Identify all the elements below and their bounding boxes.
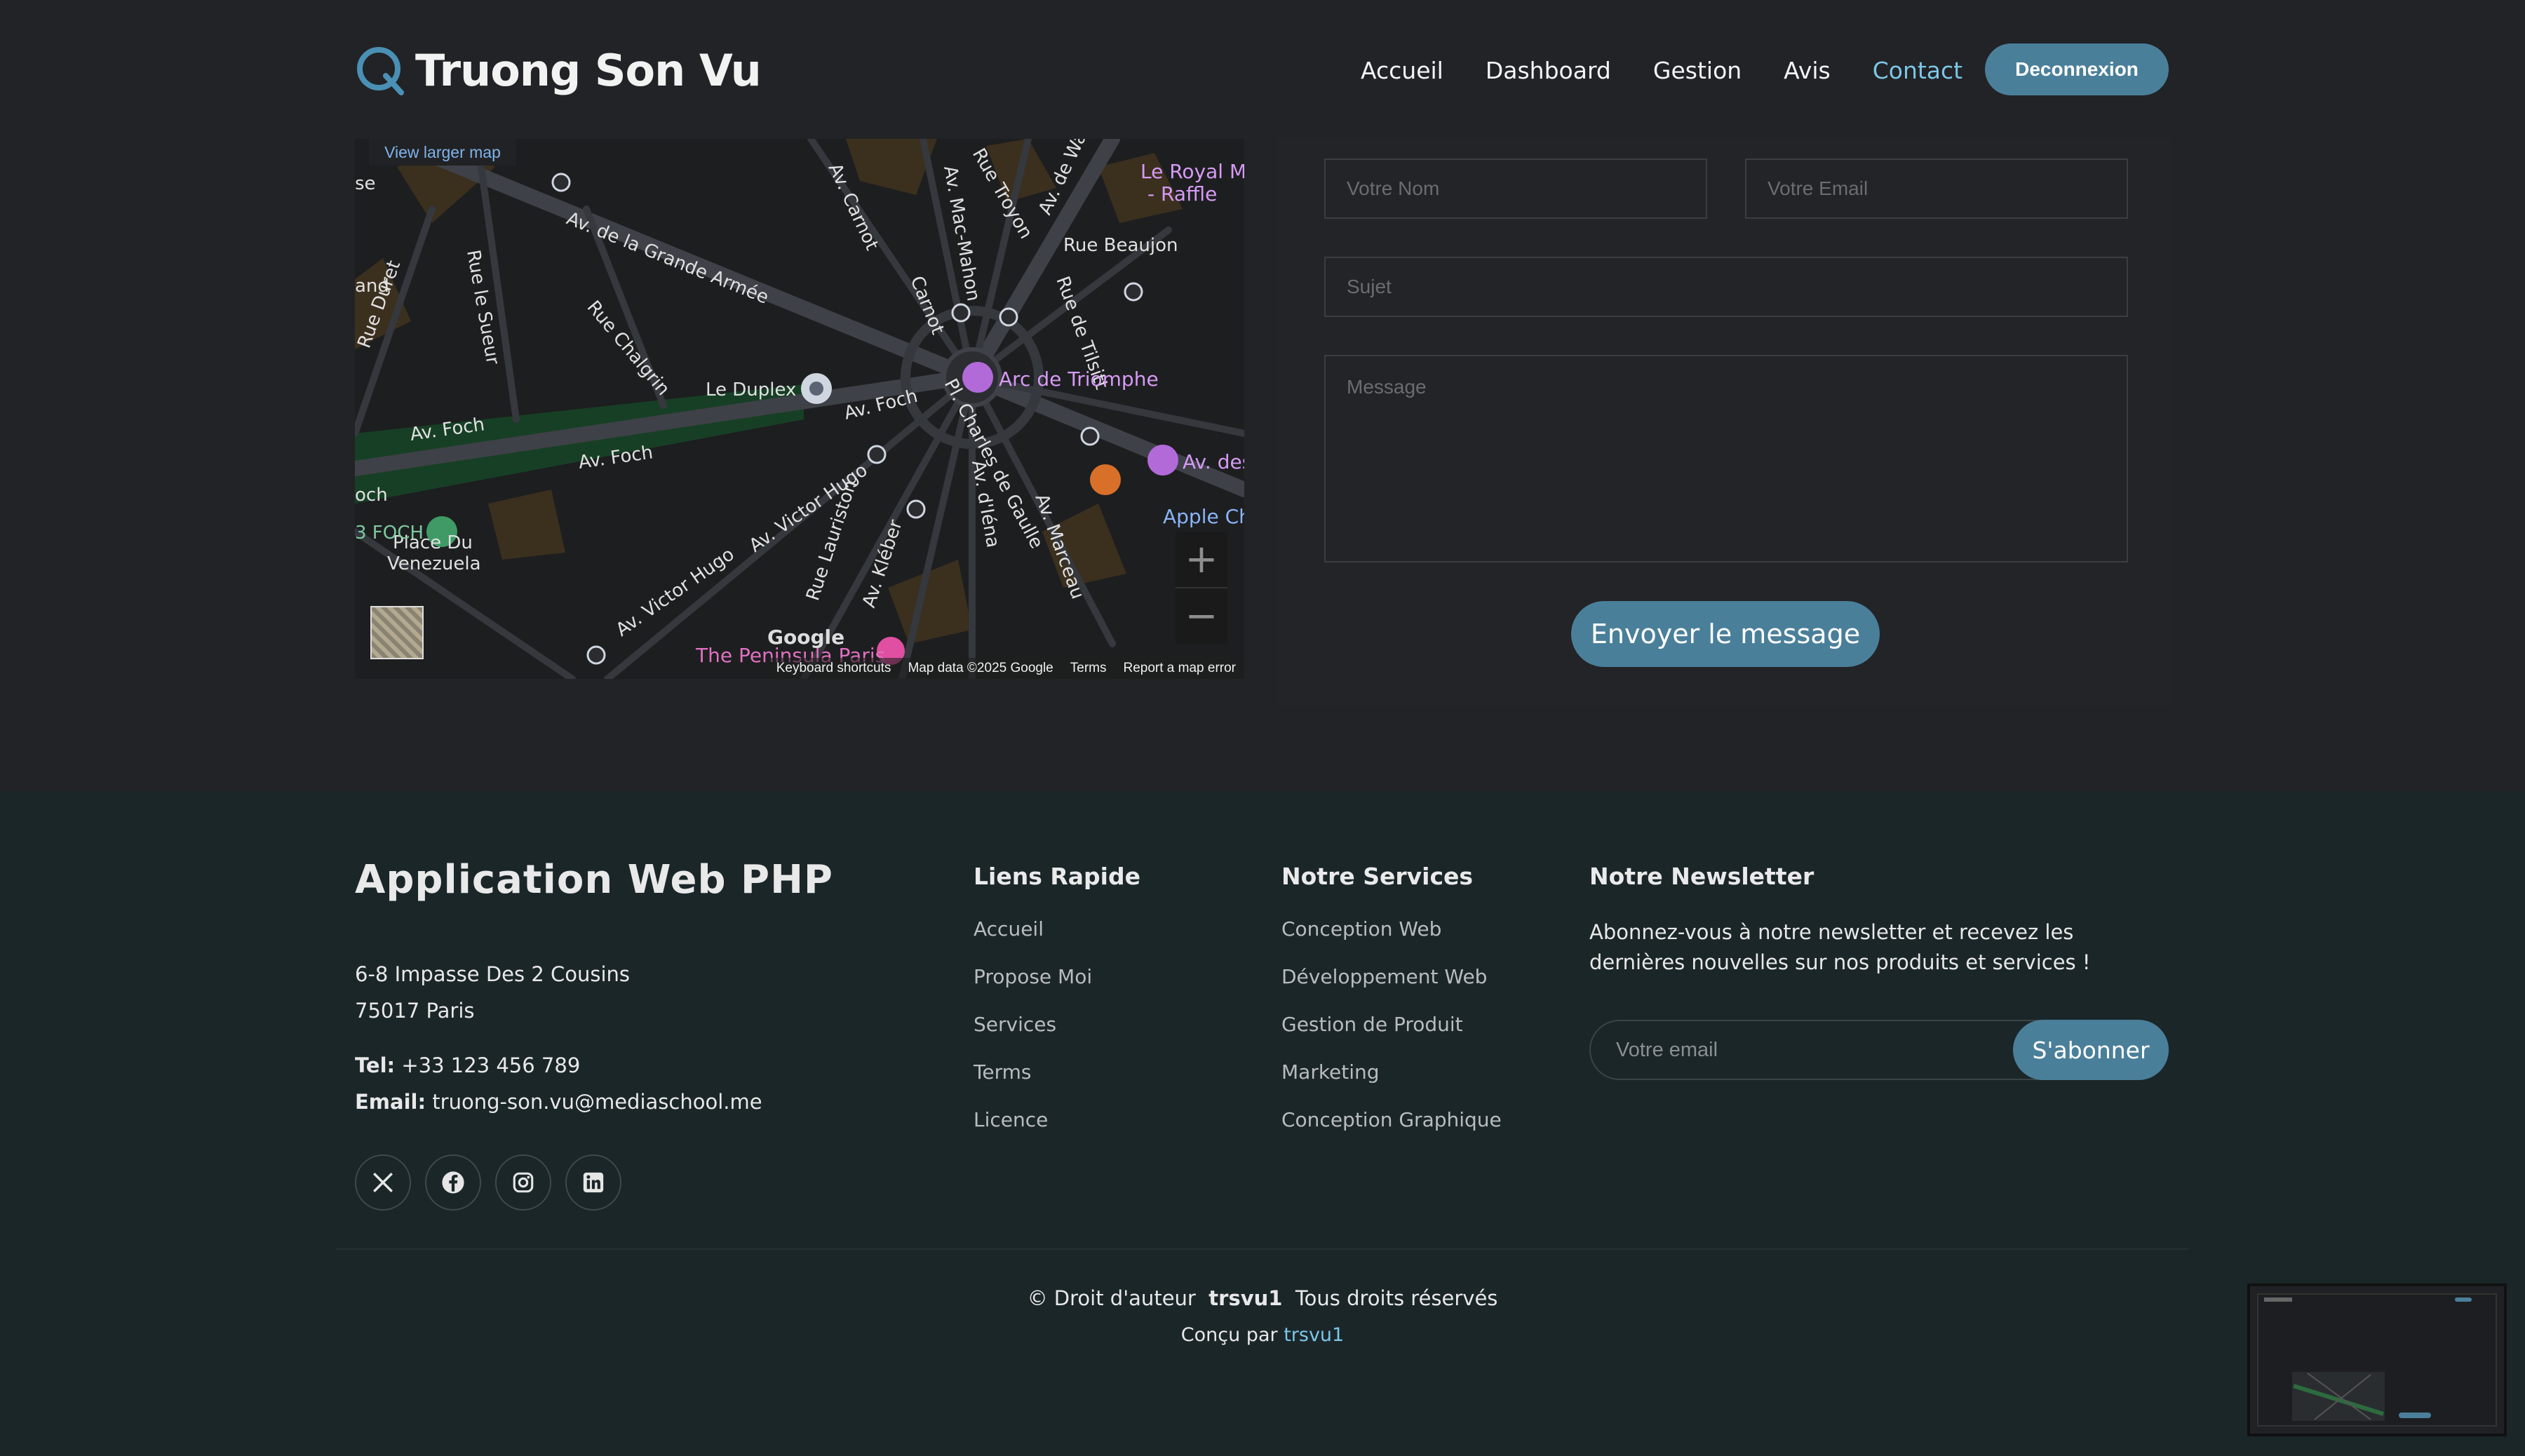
nav-gestion[interactable]: Gestion: [1653, 57, 1742, 84]
designed-by-line: Conçu par trsvu1: [0, 1324, 2525, 1346]
svg-text:Arc de Triomphe: Arc de Triomphe: [999, 368, 1159, 391]
shop-marker: [1147, 445, 1178, 476]
svg-text:se: se: [355, 173, 376, 194]
send-message-button[interactable]: Envoyer le message: [1571, 601, 1880, 667]
view-larger-map-link[interactable]: View larger map: [369, 139, 516, 166]
footer-link-propose-moi[interactable]: Propose Moi: [974, 965, 1092, 988]
newsletter-title: Notre Newsletter: [1589, 863, 1814, 890]
email-line: Email: truong-son.vu@mediaschool.me: [355, 1090, 762, 1114]
subscribe-button[interactable]: S'abonner: [2013, 1020, 2169, 1080]
svg-text:- Raffle: - Raffle: [1147, 182, 1217, 205]
address-line-2: 75017 Paris: [355, 999, 475, 1023]
svg-text:Venezuela: Venezuela: [387, 553, 481, 574]
facebook-icon[interactable]: [425, 1154, 481, 1211]
logo-q-icon: [357, 47, 404, 95]
footer-link-services[interactable]: Services: [974, 1013, 1056, 1036]
copyright-suffix: Tous droits réservés: [1295, 1286, 1498, 1310]
map-attribution: Keyboard shortcuts Map data ©2025 Google…: [767, 658, 1244, 679]
service-link-gestion-produit[interactable]: Gestion de Produit: [1281, 1013, 1463, 1036]
svg-text:Apple Cha: Apple Cha: [1163, 505, 1244, 528]
keyboard-shortcuts-link[interactable]: Keyboard shortcuts: [776, 661, 891, 676]
nav-contact[interactable]: Contact: [1873, 57, 1962, 84]
google-map[interactable]: Av. de la Grande Armée Av. Carnot Av. Ma…: [355, 139, 1244, 679]
google-logo: Google: [767, 626, 845, 649]
svg-text:Le Duplex: Le Duplex: [706, 379, 796, 400]
preview-graphic: [2264, 1297, 2472, 1421]
service-link-marketing[interactable]: Marketing: [1281, 1060, 1380, 1084]
logout-button[interactable]: Deconnexion: [1985, 43, 2169, 95]
social-links: [355, 1154, 635, 1211]
services-title: Notre Services: [1281, 863, 1474, 890]
zoom-in-button[interactable]: +: [1176, 532, 1227, 587]
zoom-out-button[interactable]: −: [1176, 588, 1227, 644]
message-field[interactable]: Message: [1324, 355, 2128, 562]
copyright-prefix: © Droit d'auteur: [1027, 1286, 1196, 1310]
email-field[interactable]: Votre Email: [1745, 159, 2128, 219]
phone-value: +33 123 456 789: [401, 1053, 581, 1077]
designed-by-link[interactable]: trsvu1: [1284, 1324, 1344, 1346]
nav-avis[interactable]: Avis: [1784, 57, 1831, 84]
svg-text:Le Royal Mo: Le Royal Mo: [1140, 160, 1244, 183]
linkedin-icon[interactable]: [565, 1154, 621, 1211]
restaurant-marker: [1090, 464, 1121, 495]
footer-link-licence[interactable]: Licence: [974, 1108, 1048, 1131]
page-preview-thumbnail[interactable]: [2247, 1283, 2507, 1436]
newsletter-description: Abonnez-vous à notre newsletter et recev…: [1589, 920, 2091, 974]
map-type-thumbnail[interactable]: [370, 606, 424, 659]
svg-text:Rue Beaujon: Rue Beaujon: [1063, 235, 1178, 256]
email-label: Email:: [355, 1090, 426, 1114]
map-canvas[interactable]: Av. de la Grande Armée Av. Carnot Av. Ma…: [355, 139, 1244, 679]
newsletter-form: Votre email S'abonner: [1589, 1020, 2169, 1080]
newsletter-email-input[interactable]: Votre email: [1616, 1021, 1718, 1079]
email-value: truong-son.vu@mediaschool.me: [432, 1090, 762, 1114]
footer-title: Application Web PHP: [355, 857, 833, 903]
brand-name: Truong Son Vu: [415, 44, 762, 96]
designed-prefix: Conçu par: [1180, 1324, 1278, 1346]
service-link-conception-web[interactable]: Conception Web: [1281, 917, 1441, 941]
preview-content: [2257, 1293, 2497, 1427]
svg-text:Av. des: Av. des: [1183, 450, 1244, 473]
phone-line: Tel: +33 123 456 789: [355, 1053, 580, 1077]
brand-logo[interactable]: Truong Son Vu: [355, 42, 762, 98]
report-error-link[interactable]: Report a map error: [1123, 661, 1236, 676]
map-data-text: Map data ©2025 Google: [908, 661, 1053, 675]
footer-link-terms[interactable]: Terms: [974, 1060, 1031, 1084]
footer-link-accueil[interactable]: Accueil: [974, 917, 1044, 941]
svg-text:3 FOCH: 3 FOCH: [355, 523, 424, 544]
copyright-name: trsvu1: [1208, 1286, 1283, 1310]
nav-accueil[interactable]: Accueil: [1361, 57, 1443, 84]
instagram-icon[interactable]: [495, 1154, 551, 1211]
address-line-1: 6-8 Impasse Des 2 Cousins: [355, 962, 631, 986]
copyright-line: © Droit d'auteur trsvu1 Tous droits rése…: [0, 1286, 2525, 1310]
service-link-conception-graphique[interactable]: Conception Graphique: [1281, 1108, 1502, 1131]
phone-label: Tel:: [355, 1053, 396, 1077]
nav-dashboard[interactable]: Dashboard: [1486, 57, 1611, 84]
map-zoom-controls: + −: [1176, 532, 1227, 644]
main-nav: Accueil Dashboard Gestion Avis Contact: [1361, 43, 2005, 97]
name-field[interactable]: Votre Nom: [1324, 159, 1707, 219]
service-link-developpement-web[interactable]: Développement Web: [1281, 965, 1487, 988]
footer-divider: [337, 1248, 2188, 1250]
quick-links-title: Liens Rapide: [974, 863, 1140, 890]
svg-text:och: och: [355, 485, 388, 506]
x-icon[interactable]: [355, 1154, 411, 1211]
subject-field[interactable]: Sujet: [1324, 257, 2128, 317]
arc-marker: [962, 362, 993, 393]
svg-text:and: and: [355, 276, 389, 297]
site-header: Truong Son Vu Accueil Dashboard Gestion …: [0, 0, 2525, 137]
terms-link[interactable]: Terms: [1070, 661, 1107, 676]
